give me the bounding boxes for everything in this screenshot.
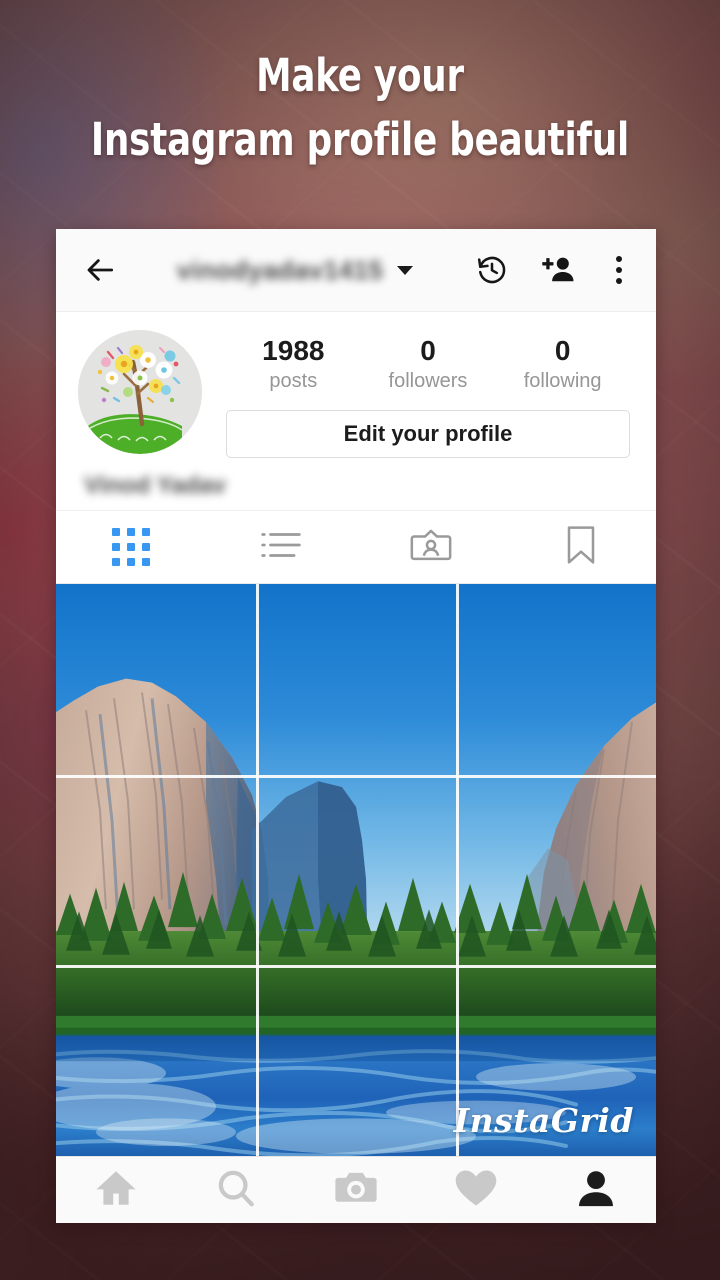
headline-line-1: Make your <box>256 49 464 102</box>
promo-screenshot: Make your Instagram profile beautiful vi… <box>0 0 720 1280</box>
stat-followers[interactable]: 0 followers <box>386 334 470 394</box>
grid-icon <box>112 528 150 567</box>
app-header: vinodyadav1415 <box>56 229 656 312</box>
profile-stats: 1988 posts 0 followers 0 following <box>222 334 634 394</box>
search-icon <box>216 1168 256 1213</box>
username-dropdown[interactable]: vinodyadav1415 <box>118 255 472 286</box>
promo-headline: Make your Instagram profile beautiful <box>43 44 677 172</box>
nav-activity[interactable] <box>416 1157 536 1223</box>
bookmark-icon <box>565 525 597 570</box>
tab-tagged[interactable] <box>356 511 506 583</box>
posts-count: 1988 <box>262 335 325 366</box>
nav-profile[interactable] <box>536 1157 656 1223</box>
person-icon <box>577 1169 615 1212</box>
chevron-down-icon[interactable] <box>397 265 414 275</box>
heart-icon <box>455 1169 497 1212</box>
history-icon[interactable] <box>472 250 512 290</box>
nav-camera[interactable] <box>296 1157 416 1223</box>
tagged-person-icon <box>410 525 452 570</box>
username-label: vinodyadav1415 <box>176 254 384 285</box>
home-icon <box>95 1168 137 1213</box>
add-person-icon[interactable] <box>538 250 578 290</box>
followers-count: 0 <box>420 335 436 366</box>
camera-icon <box>334 1169 378 1212</box>
overflow-menu-icon[interactable] <box>604 256 634 284</box>
nav-home[interactable] <box>56 1157 176 1223</box>
list-icon <box>260 528 302 567</box>
profile-display-name: Vinod Yadav <box>84 472 226 500</box>
stat-following[interactable]: 0 following <box>521 334 605 394</box>
stat-posts[interactable]: 1988 posts <box>251 334 335 394</box>
header-actions <box>472 250 634 290</box>
following-count: 0 <box>554 335 571 366</box>
posts-label: posts <box>269 370 318 393</box>
following-label: following <box>523 370 602 393</box>
headline-line-2: Instagram profile beautiful <box>90 112 630 166</box>
tab-saved[interactable] <box>506 511 656 583</box>
tab-list[interactable] <box>206 511 356 583</box>
tab-grid[interactable] <box>56 511 206 583</box>
edit-profile-button[interactable]: Edit your profile <box>226 410 630 459</box>
phone-screenshot-card: vinodyadav1415 1988 posts 0 followers 0 … <box>56 229 656 1223</box>
photo-grid[interactable]: InstaGrid <box>56 584 656 1156</box>
profile-section: 1988 posts 0 followers 0 following Edit … <box>56 312 656 512</box>
avatar[interactable] <box>78 330 202 454</box>
nav-search[interactable] <box>176 1157 296 1223</box>
profile-tab-bar <box>56 511 656 585</box>
followers-label: followers <box>388 370 468 393</box>
bottom-navigation-bar <box>56 1156 656 1223</box>
